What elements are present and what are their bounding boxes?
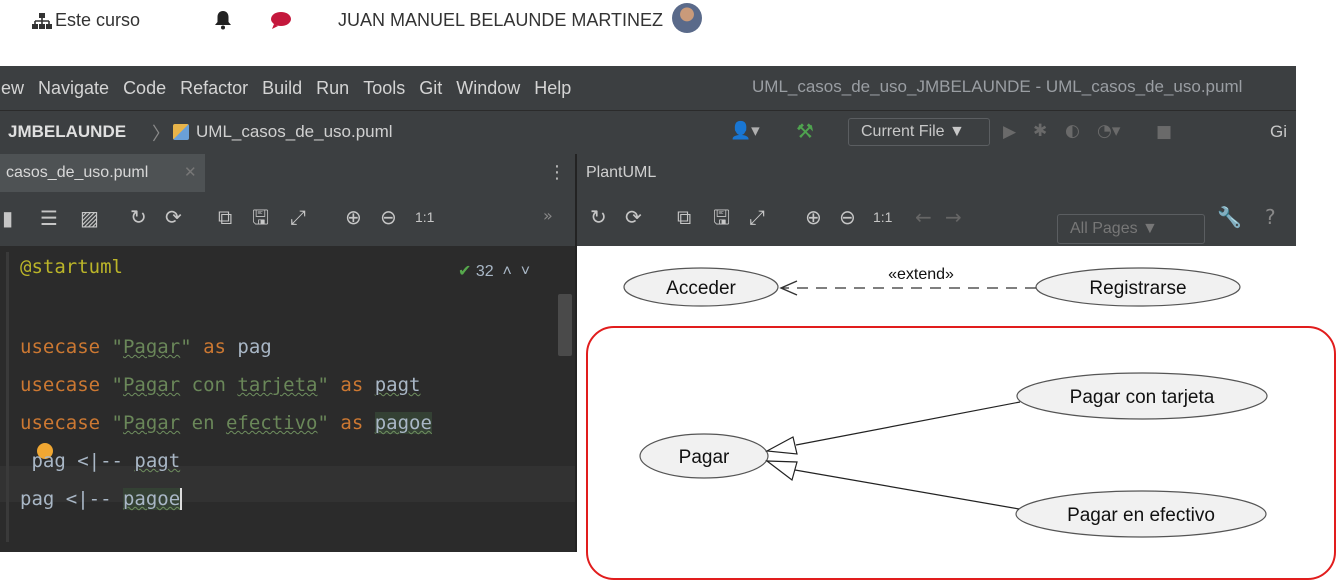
extend-relation: «extend» [779, 266, 1036, 296]
usecase-acceder[interactable]: Acceder [623, 267, 779, 307]
profile-icon[interactable]: ◔▾ [1097, 121, 1120, 141]
arrow-left-icon[interactable]: ← [915, 207, 932, 227]
menu-build[interactable]: Build [262, 78, 302, 99]
help-icon[interactable]: ? [1265, 207, 1276, 227]
git-label[interactable]: Gi [1270, 122, 1287, 142]
course-link[interactable]: Este curso [32, 10, 140, 31]
plantuml-panel-header [577, 154, 1296, 192]
overflow-chevron-icon[interactable]: » [543, 208, 553, 224]
user-switch-icon[interactable]: 👤▾ [730, 121, 760, 141]
menu-navigate[interactable]: Navigate [38, 78, 109, 99]
arrow-right-icon[interactable]: → [945, 207, 962, 227]
run-icon[interactable]: ▶ [1003, 122, 1016, 142]
breadcrumb-separator-icon: 〉 [152, 124, 170, 145]
zoom-out-icon[interactable]: ⊖ [839, 207, 856, 227]
run-config-select[interactable]: Current File ▼ [848, 118, 990, 146]
course-label: Este curso [55, 10, 141, 30]
menu-help[interactable]: Help [534, 78, 571, 99]
more-vert-icon[interactable]: ⋮ [548, 162, 566, 183]
external-icon[interactable]: ⤢ [749, 207, 765, 227]
editor-only-icon[interactable]: ▮ [2, 208, 13, 228]
usecase-registrarse[interactable]: Registrarse [1035, 267, 1241, 307]
zoom-actual-label[interactable]: 1:1 [873, 210, 892, 224]
refresh-icon[interactable]: ↻ [590, 207, 607, 227]
build-hammer-icon[interactable]: ⚒ [796, 119, 814, 143]
svg-text:Acceder: Acceder [666, 278, 736, 299]
save-icon[interactable]: 🖫 [252, 207, 269, 227]
extend-label: «extend» [888, 266, 954, 283]
zoom-in-icon[interactable]: ⊕ [805, 207, 822, 227]
highlight-annotation [586, 326, 1336, 580]
refresh-icon[interactable]: ↻ [130, 207, 147, 227]
sync-icon[interactable]: ⟳ [625, 207, 642, 227]
editor-tab-label[interactable]: casos_de_uso.puml [6, 164, 148, 182]
menu-code[interactable]: Code [123, 78, 166, 99]
copy-icon[interactable]: ⧉ [677, 207, 691, 227]
save-icon[interactable]: 🖫 [713, 207, 730, 227]
menu-view[interactable]: iew [0, 78, 24, 99]
svg-text:Registrarse: Registrarse [1089, 278, 1186, 299]
plantuml-title: PlantUML [586, 164, 657, 181]
user-name[interactable]: JUAN MANUEL BELAUNDE MARTINEZ [338, 10, 663, 31]
coverage-icon[interactable]: ◐ [1065, 121, 1080, 141]
split-view-icon[interactable]: ☰ [40, 208, 58, 228]
menu-refactor[interactable]: Refactor [180, 78, 248, 99]
chat-icon[interactable] [270, 11, 292, 29]
puml-file-icon [173, 124, 189, 140]
breadcrumb-project[interactable]: JMBELAUNDE [8, 122, 126, 142]
debug-icon[interactable]: ✱ [1033, 121, 1047, 141]
breadcrumb-file[interactable]: UML_casos_de_uso.puml [196, 122, 393, 142]
avatar[interactable] [672, 3, 702, 33]
menu-git[interactable]: Git [419, 78, 442, 99]
top-bar [0, 0, 1343, 44]
menu-window[interactable]: Window [456, 78, 520, 99]
editor-preview-toolbar: ▮ ☰ ▨ ↻ ⟳ ⧉ 🖫 ⤢ ⊕ ⊖ 1:1 » [0, 192, 575, 246]
close-icon[interactable]: ✕ [184, 163, 197, 181]
page-select[interactable]: All Pages ▼ [1057, 214, 1205, 244]
external-icon[interactable]: ⤢ [290, 207, 306, 227]
sitemap-icon [32, 12, 52, 29]
preview-only-icon[interactable]: ▨ [80, 208, 99, 228]
sync-icon[interactable]: ⟳ [165, 207, 182, 227]
stop-icon[interactable]: ■ [1156, 122, 1172, 142]
menu-run[interactable]: Run [316, 78, 349, 99]
copy-icon[interactable]: ⧉ [218, 207, 232, 227]
menu-tools[interactable]: Tools [363, 78, 405, 99]
bell-icon[interactable] [214, 10, 232, 30]
settings-wrench-icon[interactable]: 🔧 [1217, 207, 1242, 227]
zoom-in-icon[interactable]: ⊕ [345, 207, 362, 227]
window-title: UML_casos_de_uso_JMBELAUNDE - UML_casos_… [752, 77, 1243, 96]
zoom-out-icon[interactable]: ⊖ [380, 207, 397, 227]
zoom-actual-label[interactable]: 1:1 [415, 210, 434, 224]
